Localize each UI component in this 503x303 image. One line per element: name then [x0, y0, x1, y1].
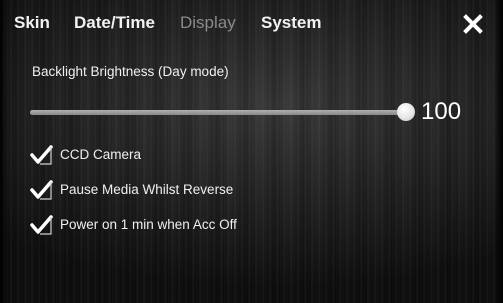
screen-edge-shade — [493, 0, 503, 303]
option-label: Power on 1 min when Acc Off — [60, 217, 237, 232]
screen-edge-shade — [0, 0, 8, 303]
checkmark-icon — [30, 180, 53, 200]
brightness-value: 100 — [421, 98, 462, 125]
option-label: CCD Camera — [60, 147, 142, 162]
tab-system[interactable]: System — [261, 13, 321, 33]
checkmark-icon — [30, 145, 53, 165]
tab-display[interactable]: Display — [180, 13, 236, 33]
checkmark-icon — [30, 215, 53, 235]
backlight-brightness-label: Backlight Brightness (Day mode) — [32, 64, 229, 79]
tab-bar: Skin Date/Time Display System — [0, 0, 503, 44]
pause-media-option[interactable]: Pause Media Whilst Reverse — [30, 179, 330, 201]
brightness-slider[interactable] — [30, 103, 415, 121]
close-button[interactable] — [462, 13, 484, 35]
option-label: Pause Media Whilst Reverse — [60, 182, 234, 197]
tab-date-time[interactable]: Date/Time — [74, 13, 155, 33]
checkbox-pause-media[interactable] — [30, 180, 54, 200]
checkbox-power-on[interactable] — [30, 215, 54, 235]
checkbox-ccd-camera[interactable] — [30, 145, 54, 165]
close-x-icon — [463, 14, 483, 34]
slider-fill — [30, 110, 406, 115]
slider-thumb[interactable] — [397, 103, 415, 121]
system-settings-screen: Skin Date/Time Display System Backlight … — [0, 0, 503, 303]
ccd-camera-option[interactable]: CCD Camera — [30, 144, 330, 166]
tab-skin[interactable]: Skin — [14, 13, 50, 33]
power-on-option[interactable]: Power on 1 min when Acc Off — [30, 214, 330, 236]
